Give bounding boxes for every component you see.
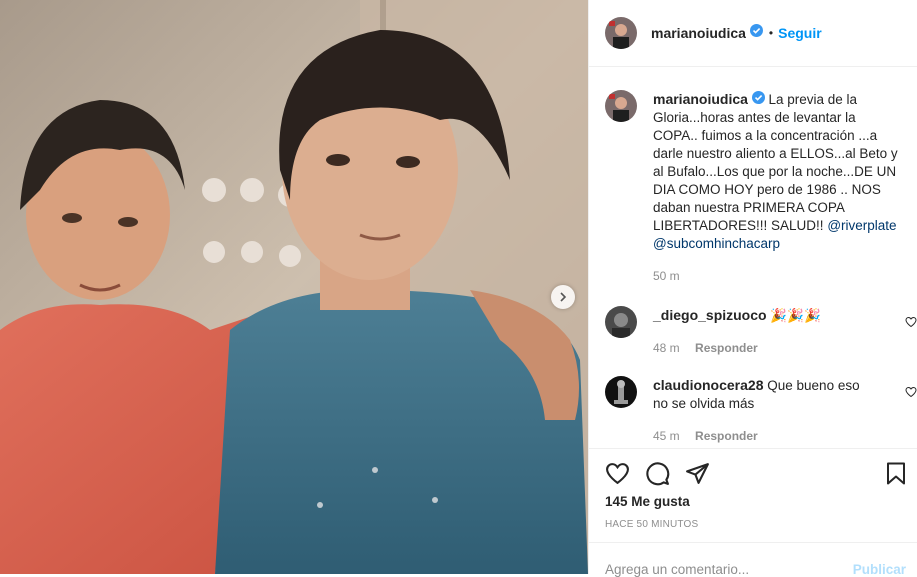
comment-meta: 48 m Responder (653, 339, 863, 357)
post-side-panel: marianoiudica • Seguir marianoiudica La … (588, 0, 917, 577)
author-avatar[interactable] (605, 17, 637, 49)
like-comment-heart-icon[interactable] (905, 385, 917, 403)
publish-button[interactable]: Publicar (853, 562, 906, 577)
mention-subcomhinchacarp[interactable]: @subcomhinchacarp (653, 236, 780, 251)
caption-time: 50 m (653, 269, 680, 284)
commenter-username[interactable]: claudionocera28 (653, 377, 764, 393)
reply-button[interactable]: Responder (695, 429, 758, 443)
comment-body: claudionocera28 Que bueno eso no se olvi… (653, 376, 863, 445)
share-paper-plane-icon[interactable] (685, 461, 710, 491)
like-comment-heart-icon[interactable] (905, 315, 917, 333)
caption-author-avatar[interactable] (605, 90, 637, 122)
verified-badge-icon (749, 24, 763, 42)
comment-bubble-icon[interactable] (645, 461, 670, 491)
post-date: HACE 50 MINUTOS (605, 519, 699, 530)
commenter-avatar[interactable] (605, 306, 637, 338)
caption-author-username[interactable]: marianoiudica (653, 91, 748, 107)
follow-button[interactable]: Seguir (778, 25, 822, 41)
commenter-username[interactable]: _diego_spizuoco (653, 307, 767, 323)
save-bookmark-icon[interactable] (885, 461, 907, 491)
mention-riverplate[interactable]: @riverplate (827, 218, 896, 233)
comment-time: 48 m (653, 341, 680, 355)
reply-button[interactable]: Responder (695, 341, 758, 355)
commenter-avatar[interactable] (605, 376, 637, 408)
verified-badge-icon (751, 91, 765, 109)
comment-body: _diego_spizuoco 🎉🎉🎉 48 m Responder (653, 306, 863, 357)
post-photo (0, 0, 588, 574)
post-header: marianoiudica • Seguir (589, 0, 917, 67)
comment-input[interactable]: Agrega un comentario... (605, 562, 749, 577)
comment-meta: 45 m Responder (653, 427, 863, 445)
likes-count[interactable]: 145 Me gusta (605, 494, 690, 509)
post-actions-bar (589, 448, 917, 486)
caption-text: La previa de la Gloria...horas antes de … (653, 92, 898, 234)
add-comment-bar: Agrega un comentario... Publicar (589, 542, 917, 577)
header-separator: • (768, 26, 774, 40)
like-heart-icon[interactable] (605, 461, 630, 491)
comment-text: 🎉🎉🎉 (770, 308, 821, 323)
author-username[interactable]: marianoiudica (651, 25, 746, 41)
caption-text-block: marianoiudica La previa de la Gloria...h… (653, 90, 899, 285)
next-photo-button[interactable] (551, 285, 575, 309)
comment-time: 45 m (653, 429, 680, 443)
chevron-right-icon (560, 292, 567, 302)
